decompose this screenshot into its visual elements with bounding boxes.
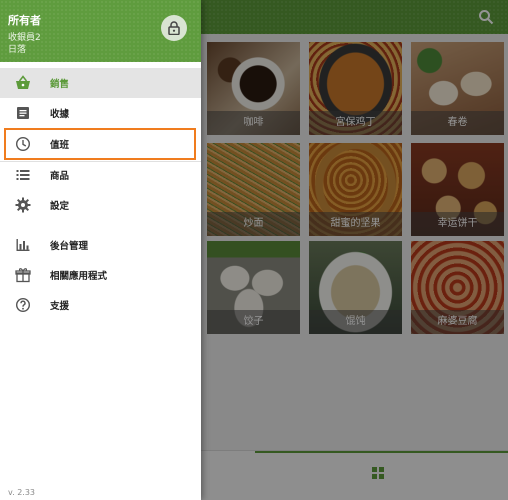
menu-divider (0, 161, 201, 162)
menu-item-sales[interactable]: 銷售 (0, 68, 201, 98)
menu-item-label: 收據 (50, 109, 70, 120)
app-version: v. 2.33 (8, 488, 36, 497)
menu-item-label: 設定 (50, 201, 70, 212)
menu-item-receipts[interactable]: 收據 (0, 98, 201, 128)
menu-item-label: 銷售 (50, 79, 70, 90)
menu-item-back-office[interactable]: 後台管理 (0, 230, 201, 260)
menu-item-label: 商品 (50, 171, 70, 182)
menu-item-shift[interactable]: 值班 (4, 128, 196, 160)
receipt-icon (17, 107, 29, 119)
store-name: 日落 (8, 45, 27, 55)
menu-item-label: 值班 (50, 140, 70, 151)
menu-item-label: 相關應用程式 (50, 271, 108, 282)
drawer-header: 所有者 收銀員2 日落 (0, 0, 201, 62)
menu-item-items[interactable]: 商品 (0, 160, 201, 190)
lock-button[interactable] (161, 15, 187, 41)
navigation-drawer: 所有者 收銀員2 日落 銷售 收據 值班 商品 設定 後台管理 相關應用程式 支… (0, 0, 201, 500)
menu-item-settings[interactable]: 設定 (0, 190, 201, 220)
owner-name: 所有者 (8, 14, 41, 27)
basket-icon (16, 75, 30, 89)
gear-icon (15, 197, 31, 213)
menu-item-support[interactable]: 支援 (0, 290, 201, 320)
menu-item-apps[interactable]: 相關應用程式 (0, 260, 201, 290)
clock-icon (15, 136, 31, 152)
help-icon (15, 297, 31, 313)
menu-item-label: 支援 (50, 301, 70, 312)
list-icon (16, 170, 30, 180)
apps-icon (15, 268, 31, 283)
menu-item-label: 後台管理 (50, 241, 89, 252)
bar-chart-icon (16, 239, 30, 251)
lock-icon (168, 21, 180, 35)
